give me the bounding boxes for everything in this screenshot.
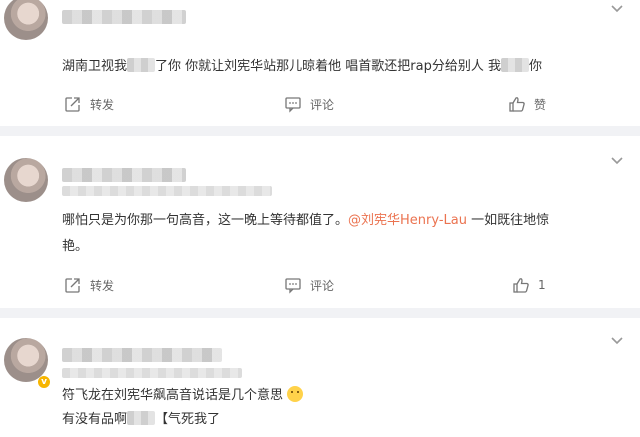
- username-redacted[interactable]: [62, 168, 186, 182]
- chevron-down-icon[interactable]: [610, 336, 624, 346]
- avatar[interactable]: [4, 0, 48, 40]
- redacted-mosaic: [127, 411, 156, 425]
- action-bar: 转发 评论 赞: [0, 93, 640, 115]
- user-mention-link[interactable]: @刘宪华Henry-Lau: [348, 213, 467, 228]
- repost-button[interactable]: 转发: [64, 93, 114, 115]
- comment-text-part: 你: [528, 59, 542, 74]
- repost-icon: [64, 95, 82, 113]
- username-redacted[interactable]: [62, 10, 186, 24]
- comment-text: 哪怕只是为你那一句高音，这一晚上等待都值了。@刘宪华Henry-Lau 一如既往…: [62, 208, 620, 260]
- meta-redacted: [62, 368, 242, 378]
- avatar[interactable]: [4, 158, 48, 202]
- chevron-down-icon[interactable]: [610, 156, 624, 166]
- comment-card: v 符飞龙在刘宪华飙高音说话是几个意思 有没有品啊 【气死我了: [0, 318, 640, 437]
- action-bar: 转发 评论 1: [0, 274, 640, 296]
- comment-text-part: 一如既往地惊: [466, 213, 550, 228]
- comment-text-part: 有没有品啊: [62, 412, 128, 427]
- comment-text-part: 【气死我了: [155, 412, 221, 427]
- comment-label: 评论: [310, 278, 335, 293]
- username-redacted[interactable]: [62, 348, 222, 362]
- like-count: 1: [538, 278, 546, 292]
- repost-label: 转发: [90, 278, 115, 293]
- comment-text-part: 哪怕只是为你那一句高音，这一晚上等待都值了。: [62, 213, 349, 228]
- comment-text-part: 湖南卫视我: [62, 59, 128, 74]
- comment-text-part: 艳。: [62, 239, 89, 254]
- comment-button[interactable]: 评论: [284, 93, 334, 115]
- comment-label: 评论: [310, 97, 335, 112]
- meta-redacted: [62, 186, 272, 196]
- comment-card: 哪怕只是为你那一句高音，这一晚上等待都值了。@刘宪华Henry-Lau 一如既往…: [0, 136, 640, 308]
- comment-text: 湖南卫视我 了你 你就让刘宪华站那儿晾着他 唱首歌还把rap分给别人 我 你: [62, 54, 620, 80]
- redacted-mosaic: [127, 58, 156, 72]
- repost-icon: [64, 276, 82, 294]
- thumbs-up-icon: [512, 276, 530, 294]
- chevron-down-icon[interactable]: [610, 4, 624, 14]
- comment-text: 符飞龙在刘宪华飙高音说话是几个意思 有没有品啊 【气死我了: [62, 384, 620, 432]
- thinking-emoji-icon: [287, 386, 304, 402]
- repost-label: 转发: [90, 97, 115, 112]
- like-label: 赞: [534, 97, 547, 112]
- divider: [0, 126, 640, 136]
- comment-icon: [284, 276, 302, 294]
- comment-text-part: 了你 你就让刘宪华站那儿晾着他 唱首歌还把rap分给别人 我: [155, 59, 501, 74]
- repost-button[interactable]: 转发: [64, 274, 114, 296]
- comment-button[interactable]: 评论: [284, 274, 334, 296]
- comment-text-part: 符飞龙在刘宪华飙高音说话是几个意思: [62, 388, 284, 403]
- redacted-mosaic: [500, 58, 529, 72]
- comment-feed: 湖南卫视我 了你 你就让刘宪华站那儿晾着他 唱首歌还把rap分给别人 我 你 转发 …: [0, 0, 640, 437]
- divider: [0, 308, 640, 318]
- like-button[interactable]: 赞: [508, 93, 546, 115]
- vip-badge-icon: v: [38, 376, 50, 388]
- thumbs-up-icon: [508, 95, 526, 113]
- like-button[interactable]: 1: [512, 274, 546, 296]
- comment-card: 湖南卫视我 了你 你就让刘宪华站那儿晾着他 唱首歌还把rap分给别人 我 你 转发 …: [0, 0, 640, 126]
- comment-icon: [284, 95, 302, 113]
